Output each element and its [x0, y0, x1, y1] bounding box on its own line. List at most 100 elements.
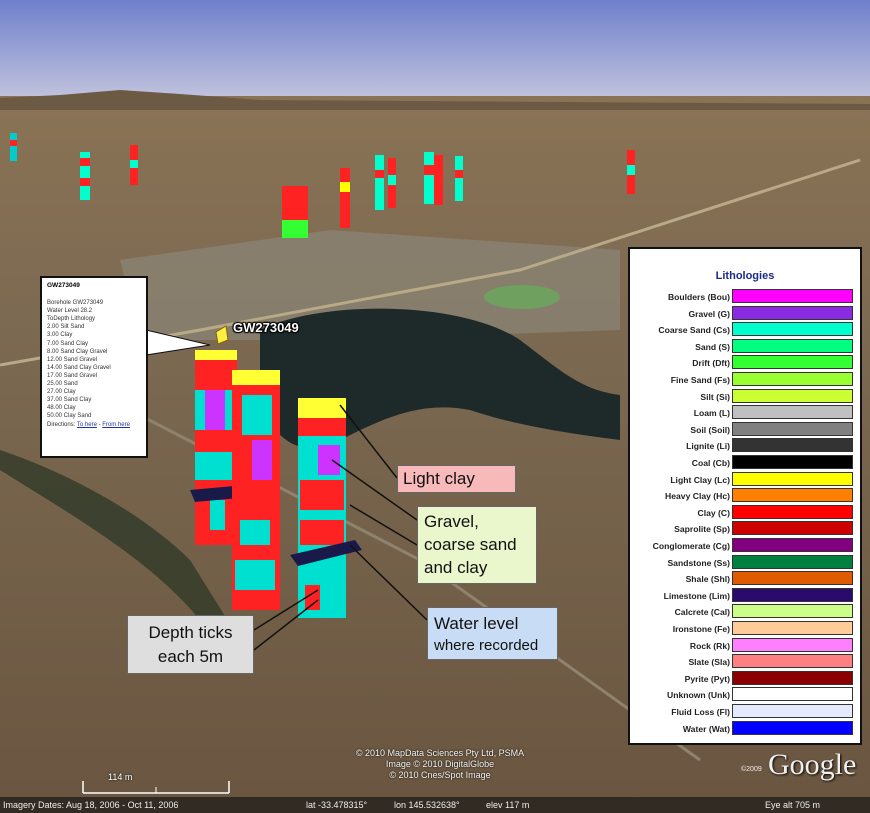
- legend-item-label: Limestone (Lim): [663, 590, 730, 601]
- legend-item-label: Unknown (Unk): [666, 690, 730, 701]
- legend-item: Sandstone (Ss): [630, 554, 858, 572]
- callout-text: Gravel,: [424, 512, 479, 531]
- balloon-line: 37.00 Sand Clay: [47, 397, 92, 404]
- sky: [0, 0, 870, 100]
- longitude-readout: lon 145.532638°: [394, 800, 460, 810]
- lithology-legend: Lithologies Boulders (Bou) Gravel (G) Coar…: [628, 247, 862, 745]
- legend-swatch: [732, 587, 853, 602]
- legend-item: Sand (S): [630, 338, 858, 356]
- callout-subtext: where recorded: [434, 637, 539, 654]
- legend-swatch: [732, 704, 853, 718]
- copyright-line: Image © 2010 DigitalGlobe: [385, 759, 495, 769]
- callout-light-clay: Light clay: [397, 465, 516, 493]
- legend-item-label: Calcrete (Cal): [674, 607, 730, 618]
- legend-item: Boulders (Bou): [630, 289, 858, 306]
- legend-item: Heavy Clay (Hc): [630, 488, 858, 505]
- status-bar: Imagery Dates: Aug 18, 2006 - Oct 11, 20…: [0, 797, 870, 813]
- balloon-directions: Directions: To here - From here: [47, 421, 141, 429]
- balloon-line: 14.00 Sand Clay Gravel: [47, 364, 111, 371]
- borehole-info-balloon[interactable]: GW273049 Borehole GW273049 Water Level 2…: [40, 276, 148, 458]
- legend-swatch: [732, 604, 853, 619]
- legend-item: Water (Wat): [630, 720, 858, 738]
- legend-item-label: Clay (C): [697, 507, 730, 518]
- callout-text: Water level: [434, 614, 519, 633]
- legend-item: Pyrite (Pyt): [630, 670, 858, 688]
- map-copyright: © 2010 MapData Sciences Pty Ltd, PSMA Im…: [330, 748, 550, 781]
- legend-item-label: Saprolite (Sp): [674, 524, 730, 535]
- balloon-line: Borehole GW273049: [47, 300, 104, 307]
- directions-to-here-link[interactable]: To here: [77, 422, 97, 428]
- callout-text: each 5m: [157, 647, 224, 666]
- legend-swatch: [732, 571, 853, 586]
- legend-item-label: Sandstone (Ss): [667, 557, 730, 568]
- legend-swatch: [732, 687, 853, 702]
- balloon-line: 25.00 Sand: [47, 381, 78, 388]
- legend-swatch: [732, 521, 853, 536]
- copyright-line: © 2010 MapData Sciences Pty Ltd, PSMA: [355, 748, 525, 758]
- callout-gravel: Gravel, coarse sand and clay: [417, 506, 537, 584]
- legend-item-label: Sand (S): [695, 341, 730, 352]
- legend-swatch: [732, 455, 853, 469]
- legend-item-label: Coal (Cb): [691, 458, 730, 468]
- legend-swatch: [732, 720, 853, 735]
- legend-item-label: Silt (Si): [700, 391, 730, 402]
- legend-item: Silt (Si): [630, 388, 858, 406]
- callout-text: coarse sand: [424, 535, 517, 554]
- legend-swatch: [732, 554, 853, 569]
- legend-item-label: Ironstone (Fe): [672, 624, 730, 634]
- callout-text: and clay: [424, 558, 488, 577]
- eye-altitude-readout: Eye alt 705 m: [765, 800, 821, 810]
- legend-item-label: Boulders (Bou): [667, 292, 730, 302]
- balloon-title: GW273049: [47, 282, 80, 289]
- legend-swatch: [732, 322, 853, 337]
- legend-item-label: Slate (Sla): [688, 657, 730, 668]
- balloon-line: 50.00 Clay Sand: [47, 413, 92, 420]
- legend-item: Lignite (Li): [630, 438, 858, 455]
- legend-item-label: Soil (Soil): [690, 424, 730, 435]
- legend-item-label: Conglomerate (Cg): [652, 541, 730, 551]
- legend-swatch: [732, 670, 853, 685]
- scale-bar: [82, 781, 230, 794]
- legend-item: Rock (Rk): [630, 637, 858, 655]
- legend-swatch: [732, 654, 853, 669]
- legend-item: Slate (Sla): [630, 654, 858, 671]
- legend-item: Ironstone (Fe): [630, 621, 858, 638]
- legend-swatch: [732, 504, 853, 519]
- legend-item: Drift (Dft): [630, 355, 858, 372]
- legend-item: Light Clay (Lc): [630, 471, 858, 489]
- legend-item: Gravel (G): [630, 305, 858, 323]
- copyright-line: © 2010 Cnes/Spot Image: [389, 770, 491, 780]
- legend-item: Fine Sand (Fs): [630, 372, 858, 389]
- oval-field: [484, 285, 560, 309]
- legend-item: Fluid Loss (Fl): [630, 704, 858, 721]
- imagery-dates: Imagery Dates: Aug 18, 2006 - Oct 11, 20…: [3, 800, 179, 810]
- balloon-line: ToDepth Lithology: [47, 316, 96, 323]
- google-logo: Google: [768, 748, 857, 781]
- legend-item: Coarse Sand (Cs): [630, 322, 858, 339]
- legend-item-label: Drift (Dft): [692, 358, 730, 369]
- legend-item-label: Fine Sand (Fs): [670, 375, 730, 385]
- legend-swatch: [732, 488, 853, 503]
- balloon-line: 8.00 Sand Clay Gravel: [47, 348, 108, 355]
- legend-item: Unknown (Unk): [630, 687, 858, 704]
- legend-item-label: Pyrite (Pyt): [684, 673, 730, 684]
- balloon-line: 48.00 Clay: [47, 405, 76, 412]
- legend-item: Calcrete (Cal): [630, 604, 858, 621]
- legend-item-label: Shale (Shl): [685, 574, 730, 585]
- elevation-readout: elev 117 m: [486, 800, 530, 810]
- borehole-column-2[interactable]: [232, 370, 280, 610]
- legend-item-label: Lignite (Li): [686, 441, 730, 452]
- legend-swatch: [732, 621, 853, 635]
- legend-swatch: [732, 372, 853, 386]
- legend-swatch: [732, 305, 853, 320]
- legend-title: Lithologies: [715, 270, 775, 282]
- legend-swatch: [732, 538, 853, 552]
- placemark-label[interactable]: GW273049: [233, 320, 299, 335]
- balloon-line: 7.00 Sand Clay: [47, 340, 89, 347]
- balloon-line: 2.00 Silt Sand: [47, 324, 85, 331]
- legend-item-label: Heavy Clay (Hc): [665, 491, 730, 502]
- legend-item: Soil (Soil): [630, 421, 858, 439]
- legend-item-label: Loam (L): [693, 408, 730, 419]
- directions-from-here-link[interactable]: From here: [102, 422, 130, 428]
- legend-item-label: Light Clay (Lc): [670, 474, 730, 485]
